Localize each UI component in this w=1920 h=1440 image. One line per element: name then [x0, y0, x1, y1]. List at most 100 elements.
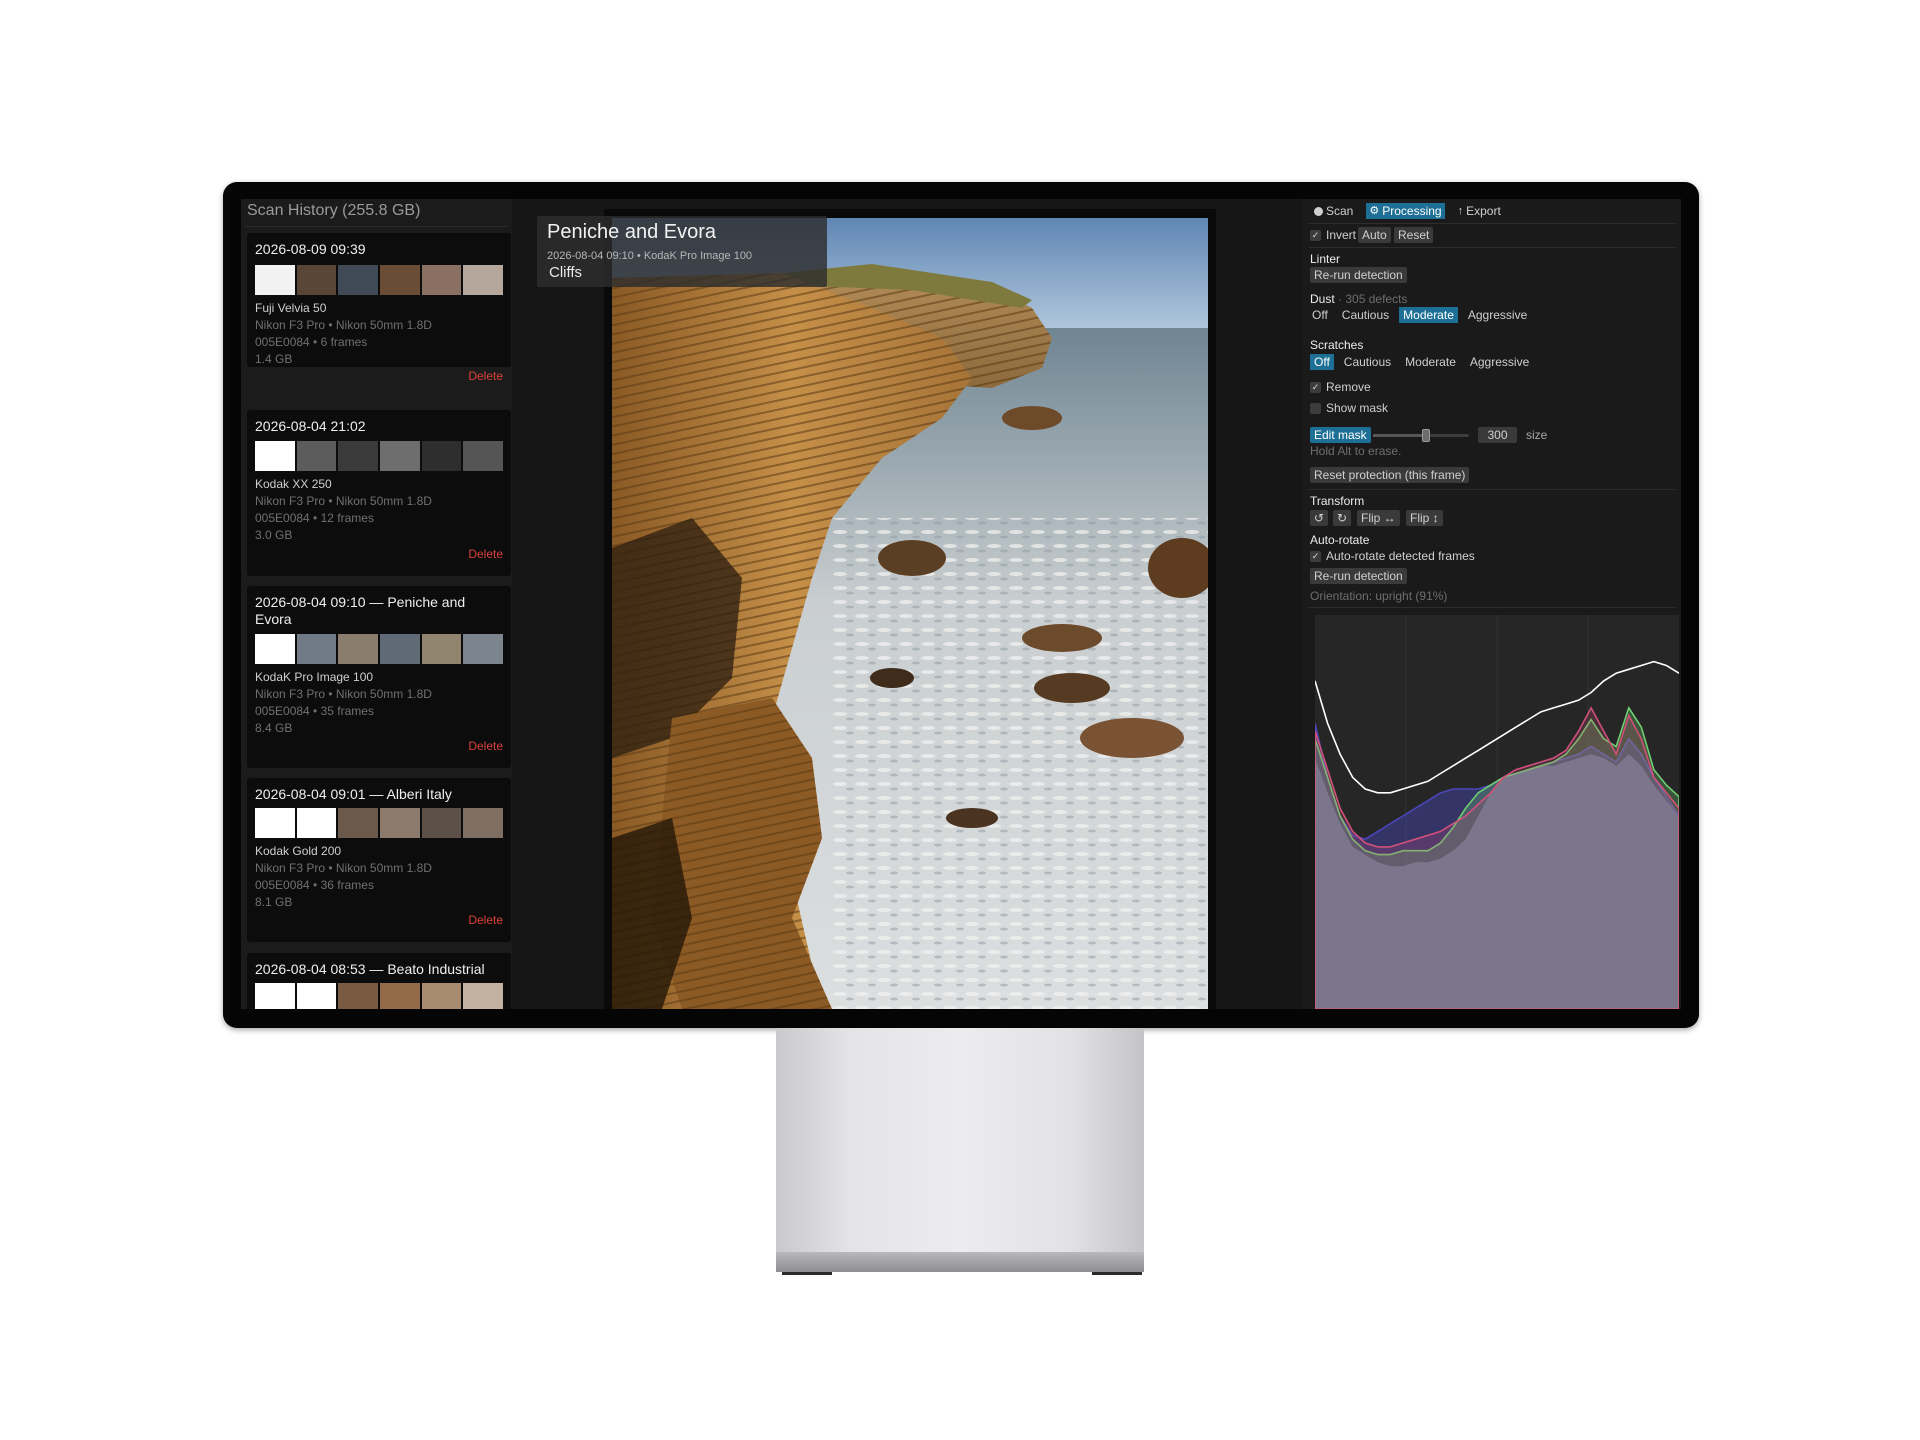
- divider: [1309, 607, 1675, 608]
- rerun-detection-button[interactable]: Re-run detection: [1310, 267, 1407, 283]
- slider-fill: [1373, 434, 1426, 437]
- dust-option-moderate[interactable]: Moderate: [1399, 307, 1458, 323]
- thumbnail[interactable]: [255, 265, 295, 295]
- film-stock: Kodak Gold 200: [255, 844, 342, 858]
- thumbnail[interactable]: [463, 808, 504, 838]
- auto-button[interactable]: Auto: [1358, 227, 1391, 243]
- stand-foot-right: [1092, 1272, 1142, 1275]
- thumbnail[interactable]: [255, 983, 295, 1009]
- thumbnail[interactable]: [421, 634, 462, 664]
- flip-vertical-button[interactable]: Flip ↕: [1406, 510, 1443, 526]
- roll-info: 005E0084 • 6 frames: [255, 335, 368, 349]
- rerun-rotate-detection-button[interactable]: Re-run detection: [1310, 568, 1407, 584]
- invert-checkbox[interactable]: ✓ Invert: [1310, 228, 1356, 242]
- image-viewer[interactable]: Peniche and Evora 2026-08-04 09:10 • Kod…: [519, 199, 1295, 1009]
- scratch-level-selector: Off Cautious Moderate Aggressive: [1310, 354, 1533, 370]
- scan-title: 2026-08-04 09:01 — Alberi Italy: [255, 786, 452, 802]
- delete-button[interactable]: Delete: [468, 369, 503, 383]
- thumbnail[interactable]: [463, 634, 504, 664]
- scan-title: 2026-08-04 09:10 — Peniche and Evora: [255, 594, 466, 627]
- dust-option-cautious[interactable]: Cautious: [1338, 307, 1393, 323]
- remove-label: Remove: [1326, 380, 1371, 394]
- scratch-option-moderate[interactable]: Moderate: [1401, 354, 1460, 370]
- thumbnail[interactable]: [296, 808, 337, 838]
- flip-horizontal-button[interactable]: Flip ↔: [1357, 510, 1400, 526]
- brush-size-input[interactable]: 300: [1478, 427, 1517, 443]
- monitor-stand: [776, 1028, 1144, 1252]
- thumbnail[interactable]: [380, 983, 420, 1009]
- delete-button[interactable]: Delete: [468, 547, 503, 561]
- thumbnail[interactable]: [296, 265, 337, 295]
- scratch-option-aggressive[interactable]: Aggressive: [1466, 354, 1533, 370]
- divider: [1309, 489, 1675, 490]
- tab-processing[interactable]: ⚙ Processing: [1366, 203, 1445, 219]
- scratch-option-off[interactable]: Off: [1310, 354, 1334, 370]
- size-label: size: [1526, 428, 1548, 442]
- thumbnail[interactable]: [380, 808, 420, 838]
- tab-export[interactable]: ↑ Export: [1455, 203, 1504, 219]
- thumbnail[interactable]: [463, 265, 504, 295]
- scanned-photo[interactable]: [612, 218, 1208, 1009]
- thumbnail[interactable]: [421, 265, 462, 295]
- thumbnail[interactable]: [296, 634, 337, 664]
- thumbnail[interactable]: [421, 983, 462, 1009]
- remove-checkbox[interactable]: ✓ Remove: [1310, 380, 1371, 394]
- scan-size: 1.4 GB: [255, 352, 293, 366]
- thumbnail[interactable]: [338, 634, 379, 664]
- rotate-ccw-button[interactable]: ↺: [1310, 510, 1328, 526]
- reset-protection-button[interactable]: Reset protection (this frame): [1310, 467, 1470, 483]
- scan-title: 2026-08-04 21:02: [255, 418, 366, 434]
- scan-history-sidebar: Scan History (255.8 GB) 2026-08-09 09:39…: [241, 199, 512, 1009]
- delete-button[interactable]: Delete: [468, 739, 503, 753]
- check-icon: ✓: [1310, 381, 1321, 393]
- show-mask-label: Show mask: [1326, 401, 1389, 415]
- slider-handle[interactable]: [1421, 429, 1430, 442]
- thumbnail[interactable]: [380, 265, 420, 295]
- roll-info: 005E0084 • 36 frames: [255, 878, 374, 892]
- thumbnail[interactable]: [338, 265, 379, 295]
- dust-option-aggressive[interactable]: Aggressive: [1464, 307, 1531, 323]
- thumbnail-strip[interactable]: [255, 634, 504, 664]
- delete-button[interactable]: Delete: [468, 913, 503, 927]
- histogram: [1314, 615, 1680, 1009]
- thumbnail[interactable]: [338, 808, 379, 838]
- scratch-option-cautious[interactable]: Cautious: [1340, 354, 1395, 370]
- thumbnail[interactable]: [380, 634, 420, 664]
- thumbnail[interactable]: [338, 441, 379, 471]
- thumbnail[interactable]: [296, 441, 337, 471]
- orientation-status: Orientation: upright (91%): [1310, 589, 1448, 603]
- roll-info: 005E0084 • 12 frames: [255, 511, 374, 525]
- brush-size-slider[interactable]: [1373, 429, 1469, 442]
- dust-heading: Dust · 305 defects: [1310, 292, 1407, 306]
- photo-subtitle: Cliffs: [549, 264, 583, 281]
- rotate-cw-button[interactable]: ↻: [1333, 510, 1351, 526]
- thumbnail[interactable]: [338, 983, 379, 1009]
- scan-card[interactable]: 2026-08-04 08:53 — Beato Industrial: [247, 953, 511, 1009]
- dust-option-off[interactable]: Off: [1308, 307, 1332, 323]
- thumbnail[interactable]: [421, 808, 462, 838]
- rotate-ccw-icon: ↺: [1313, 511, 1325, 525]
- scan-size: 8.4 GB: [255, 721, 293, 735]
- thumbnail-strip[interactable]: [255, 265, 504, 295]
- thumbnail-strip[interactable]: [255, 808, 504, 838]
- thumbnail[interactable]: [463, 441, 504, 471]
- show-mask-checkbox[interactable]: Show mask: [1310, 401, 1388, 415]
- thumbnail[interactable]: [255, 441, 295, 471]
- thumbnail[interactable]: [421, 441, 462, 471]
- thumbnail[interactable]: [296, 983, 337, 1009]
- scan-card[interactable]: 2026-08-09 09:39 Fuji Velvia 50 Nikon F3…: [247, 233, 511, 383]
- thumbnail-strip[interactable]: [255, 983, 504, 1009]
- scan-card[interactable]: 2026-08-04 09:10 — Peniche and Evora Kod…: [247, 586, 511, 768]
- tab-scan[interactable]: Scan: [1311, 203, 1356, 219]
- scan-card[interactable]: 2026-08-04 21:02 Kodak XX 250 Nikon F3 P…: [247, 410, 511, 576]
- thumbnail[interactable]: [255, 808, 295, 838]
- thumbnail-strip[interactable]: [255, 441, 504, 471]
- auto-rotate-checkbox[interactable]: ✓ Auto-rotate detected frames: [1310, 549, 1475, 563]
- thumbnail[interactable]: [380, 441, 420, 471]
- thumbnail[interactable]: [463, 983, 504, 1009]
- check-icon: ✓: [1310, 229, 1321, 241]
- scan-card[interactable]: 2026-08-04 09:01 — Alberi Italy Kodak Go…: [247, 778, 511, 942]
- thumbnail[interactable]: [255, 634, 295, 664]
- edit-mask-button[interactable]: Edit mask: [1310, 427, 1371, 443]
- reset-button[interactable]: Reset: [1394, 227, 1434, 243]
